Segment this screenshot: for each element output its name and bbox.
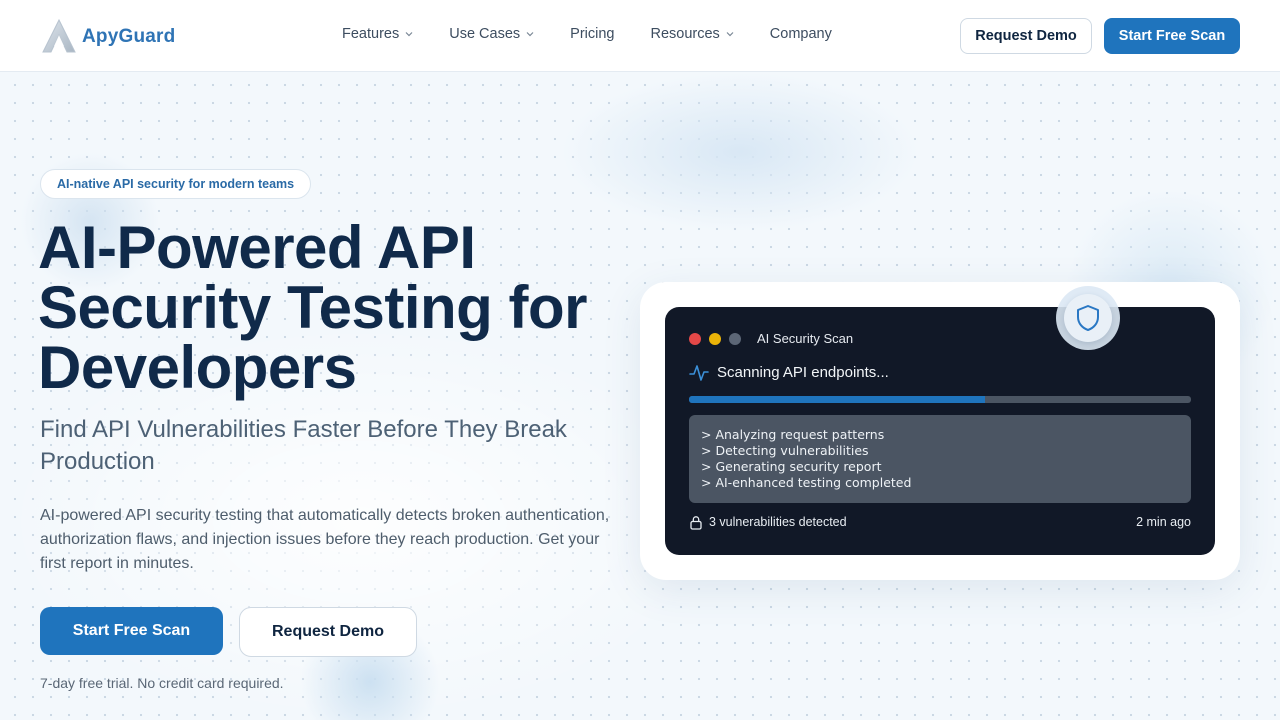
main-menu: Features Use Cases Pricing Resources Com…	[342, 26, 868, 42]
chevron-down-icon	[405, 32, 413, 37]
menu-item-label: Features	[342, 26, 400, 42]
window-minimize-dot	[709, 333, 721, 345]
brand-name: ApyGuard	[82, 26, 176, 47]
menu-item-label: Company	[769, 26, 832, 42]
chevron-down-icon	[526, 32, 534, 37]
menu-item-use-cases[interactable]: Use Cases	[449, 26, 534, 42]
scan-title: AI Security Scan	[757, 331, 854, 346]
window-close-dot	[689, 333, 701, 345]
menu-item-label: Pricing	[570, 26, 615, 42]
request-demo-button[interactable]: Request Demo	[239, 607, 417, 657]
trial-note: 7-day free trial. No credit card require…	[40, 675, 284, 691]
hero-description: AI-powered API security testing that aut…	[40, 507, 610, 572]
log-line: > Generating security report	[701, 459, 882, 474]
log-line: > Analyzing request patterns	[701, 427, 885, 442]
brand-logo[interactable]: ApyGuard	[40, 18, 175, 56]
scan-progress-fill	[689, 396, 986, 403]
nav-start-free-scan-button[interactable]: Start Free Scan	[1104, 18, 1240, 54]
hero-headline: AI-Powered API Security Testing for Deve…	[38, 214, 587, 401]
log-line: > Detecting vulnerabilities	[701, 443, 869, 458]
shield-badge	[1056, 286, 1120, 350]
vulnerabilities-count: 3 vulnerabilities detected	[709, 515, 847, 529]
menu-item-label: Use Cases	[449, 26, 521, 42]
hero-subheadline: Find API Vulnerabilities Faster Before T…	[40, 416, 567, 475]
chevron-down-icon	[726, 32, 734, 37]
scan-timestamp: 2 min ago	[1136, 515, 1191, 529]
menu-item-resources[interactable]: Resources	[650, 26, 734, 42]
activity-pulse-icon	[689, 365, 709, 381]
menu-item-pricing[interactable]: Pricing	[570, 26, 614, 42]
hero-badge: AI-native API security for modern teams	[40, 169, 312, 199]
menu-item-label: Resources	[650, 26, 720, 42]
scan-progress-bar	[689, 396, 1191, 403]
start-free-scan-button[interactable]: Start Free Scan	[40, 607, 223, 655]
nav-request-demo-button[interactable]: Request Demo	[960, 18, 1092, 54]
top-navigation: ApyGuard Features Use Cases Pricing Reso…	[0, 0, 1280, 72]
shield-icon	[1077, 305, 1099, 331]
window-maximize-dot	[729, 333, 741, 345]
lock-icon	[690, 516, 702, 530]
menu-item-features[interactable]: Features	[342, 26, 413, 42]
apyguard-logo-icon	[42, 18, 76, 53]
menu-item-company[interactable]: Company	[770, 26, 832, 42]
log-line: > AI-enhanced testing completed	[701, 475, 912, 490]
scan-status-text: Scanning API endpoints...	[717, 364, 889, 381]
scan-log: > Analyzing request patterns > Detecting…	[689, 415, 1191, 503]
